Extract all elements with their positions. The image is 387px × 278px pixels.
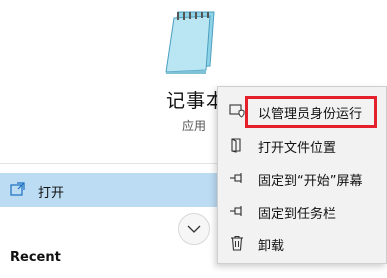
notepad-icon: [160, 8, 220, 74]
menu-item-pin-to-taskbar[interactable]: 固定到任务栏: [218, 197, 386, 225]
menu-item-open-file-location[interactable]: 打开文件位置: [218, 131, 386, 159]
open-window-icon: [10, 181, 26, 197]
app-type-label: 应用: [182, 119, 207, 133]
menu-item-label: 打开文件位置: [258, 141, 337, 156]
pin-icon: [229, 170, 245, 186]
run-as-admin-icon: [229, 103, 245, 119]
chevron-down-icon: [187, 225, 201, 233]
menu-item-label: 固定到任务栏: [258, 207, 337, 222]
recent-heading: Recent: [10, 250, 61, 265]
highlight-box: [245, 96, 377, 128]
expand-button[interactable]: [178, 213, 210, 245]
pin-icon: [229, 203, 245, 219]
menu-item-uninstall[interactable]: 卸载: [218, 229, 386, 257]
open-label: 打开: [38, 186, 65, 201]
menu-item-label: 固定到“开始”屏幕: [258, 174, 363, 189]
trash-icon: [229, 235, 245, 251]
menu-item-pin-to-start[interactable]: 固定到“开始”屏幕: [218, 164, 386, 192]
folder-location-icon: [229, 137, 245, 153]
menu-item-label: 卸载: [258, 239, 285, 254]
